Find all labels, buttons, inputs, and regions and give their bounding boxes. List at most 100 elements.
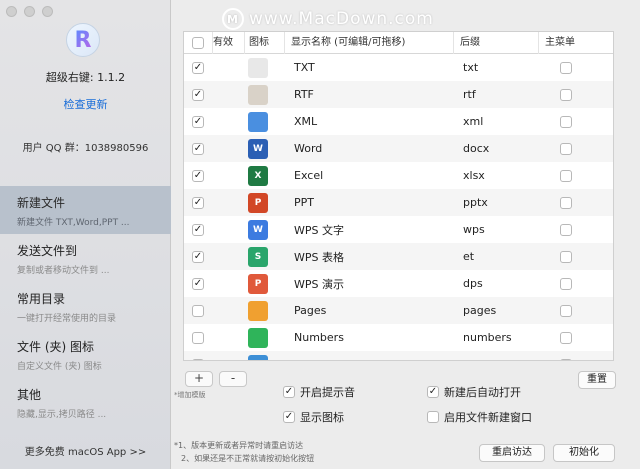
row-enabled-checkbox[interactable]: ✓ [192, 169, 204, 182]
row-main-menu-checkbox[interactable] [559, 331, 572, 344]
row-enabled-checkbox[interactable]: ✓ [192, 196, 204, 209]
row-main-menu-checkbox[interactable] [559, 304, 572, 317]
row-suffix[interactable]: pages [453, 304, 538, 317]
row-name[interactable]: WPS 表格 [284, 249, 453, 265]
sidebar-nav: 新建文件 新建文件 TXT,Word,PPT ... 发送文件到 复制或者移动文… [0, 186, 171, 426]
row-main-menu-checkbox[interactable] [559, 223, 572, 236]
txt-file-icon [248, 57, 268, 78]
row-enabled-checkbox[interactable]: ✓ [192, 88, 204, 101]
header-suffix[interactable]: 后缀 [453, 32, 538, 54]
row-name[interactable]: RTF [284, 88, 453, 101]
option-sound[interactable]: ✓ 开启提示音 [283, 384, 355, 400]
word-icon: W [248, 138, 268, 159]
add-template-button[interactable]: + [185, 371, 213, 387]
row-suffix[interactable]: xlsx [453, 169, 538, 182]
check-update-link[interactable]: 检查更新 [0, 96, 171, 112]
row-main-menu-checkbox[interactable] [559, 142, 572, 155]
new-file-window-checkbox[interactable] [427, 411, 439, 423]
minimize-window-button[interactable] [24, 6, 35, 17]
row-enabled-checkbox[interactable]: ✓ [192, 115, 204, 128]
row-main-menu-checkbox[interactable] [559, 115, 572, 128]
row-suffix[interactable]: numbers [453, 331, 538, 344]
option-show-icon[interactable]: ✓ 显示图标 [283, 409, 344, 425]
table-row[interactable]: ✓ XML xml [184, 108, 613, 135]
row-name[interactable]: WPS 文字 [284, 222, 453, 238]
row-enabled-checkbox[interactable]: ✓ [192, 277, 204, 290]
row-main-menu-cell [538, 331, 613, 344]
row-enabled-cell: ✓ [184, 270, 212, 297]
zoom-window-button[interactable] [42, 6, 53, 17]
row-suffix[interactable]: pptx [453, 196, 538, 209]
sidebar-item-other[interactable]: 其他 隐藏,显示,拷贝路径 ... [0, 378, 171, 426]
restart-finder-button[interactable]: 重启访达 [479, 444, 545, 462]
show-icon-checkbox[interactable]: ✓ [283, 411, 295, 423]
row-suffix[interactable]: txt [453, 61, 538, 74]
row-enabled-cell [184, 324, 212, 351]
row-name[interactable]: WPS 演示 [284, 276, 453, 292]
row-enabled-checkbox[interactable] [192, 358, 204, 360]
row-suffix[interactable]: xml [453, 115, 538, 128]
row-main-menu-checkbox[interactable] [559, 277, 572, 290]
table-row[interactable] [184, 351, 613, 360]
row-enabled-checkbox[interactable]: ✓ [192, 61, 204, 74]
more-apps-link[interactable]: 更多免费 macOS App >> [0, 443, 171, 458]
pages-icon [248, 300, 268, 321]
row-enabled-cell: ✓ [184, 81, 212, 108]
row-main-menu-checkbox[interactable] [559, 88, 572, 101]
table-row[interactable]: ✓ W Word docx [184, 135, 613, 162]
option-new-file-window[interactable]: 启用文件新建窗口 [427, 409, 532, 425]
row-suffix[interactable]: docx [453, 142, 538, 155]
row-name[interactable]: TXT [284, 61, 453, 74]
table-row[interactable]: Numbers numbers [184, 324, 613, 351]
row-suffix[interactable]: dps [453, 277, 538, 290]
row-main-menu-checkbox[interactable] [559, 169, 572, 182]
table-row[interactable]: ✓ X Excel xlsx [184, 162, 613, 189]
row-enabled-checkbox[interactable] [192, 304, 204, 317]
header-main-menu[interactable]: 主菜单 [538, 32, 613, 54]
sound-checkbox[interactable]: ✓ [283, 386, 295, 398]
table-row[interactable]: ✓ S WPS 表格 et [184, 243, 613, 270]
row-name[interactable]: XML [284, 115, 453, 128]
row-suffix[interactable]: et [453, 250, 538, 263]
table-row[interactable]: ✓ P PPT pptx [184, 189, 613, 216]
table-row[interactable]: ✓ W WPS 文字 wps [184, 216, 613, 243]
header-enabled[interactable]: 有效 [212, 32, 244, 54]
row-main-menu-checkbox[interactable] [559, 61, 572, 74]
row-name[interactable]: Numbers [284, 331, 453, 344]
select-all-checkbox[interactable] [192, 36, 204, 49]
row-suffix[interactable]: rtf [453, 88, 538, 101]
row-enabled-checkbox[interactable]: ✓ [192, 223, 204, 236]
header-name[interactable]: 显示名称 (可编辑/可拖移) [284, 32, 453, 54]
header-icon[interactable]: 图标 [244, 32, 284, 54]
row-name[interactable]: PPT [284, 196, 453, 209]
qq-group-info: 用户 QQ 群：1038980596 [22, 143, 149, 154]
sidebar-item-send-to[interactable]: 发送文件到 复制或者移动文件到 ... [0, 234, 171, 282]
row-name[interactable]: Word [284, 142, 453, 155]
row-icon-cell [244, 84, 284, 105]
watermark-text: www.MacDown.com [249, 9, 434, 29]
sidebar-item-new-file[interactable]: 新建文件 新建文件 TXT,Word,PPT ... [0, 186, 171, 234]
sidebar-item-subtitle: 自定义文件 (夹) 图标 [17, 362, 102, 372]
remove-template-button[interactable]: - [219, 371, 247, 387]
row-enabled-checkbox[interactable] [192, 331, 204, 344]
sidebar-item-folder-icons[interactable]: 文件 (夹) 图标 自定义文件 (夹) 图标 [0, 330, 171, 378]
row-name[interactable]: Pages [284, 304, 453, 317]
table-row[interactable]: ✓ RTF rtf [184, 81, 613, 108]
row-name[interactable]: Excel [284, 169, 453, 182]
auto-open-checkbox[interactable]: ✓ [427, 386, 439, 398]
option-auto-open[interactable]: ✓ 新建后自动打开 [427, 384, 521, 400]
row-icon-cell: P [244, 192, 284, 213]
row-main-menu-checkbox[interactable] [559, 250, 572, 263]
initialize-button[interactable]: 初始化 [553, 444, 615, 462]
close-window-button[interactable] [6, 6, 17, 17]
row-main-menu-checkbox[interactable] [559, 358, 572, 360]
reset-button[interactable]: 重置 [578, 371, 616, 389]
row-enabled-checkbox[interactable]: ✓ [192, 250, 204, 263]
row-enabled-checkbox[interactable]: ✓ [192, 142, 204, 155]
sidebar-item-common-dirs[interactable]: 常用目录 一键打开经常使用的目录 [0, 282, 171, 330]
row-main-menu-checkbox[interactable] [559, 196, 572, 209]
table-row[interactable]: Pages pages [184, 297, 613, 324]
table-row[interactable]: ✓ TXT txt [184, 54, 613, 81]
row-suffix[interactable]: wps [453, 223, 538, 236]
table-row[interactable]: ✓ P WPS 演示 dps [184, 270, 613, 297]
